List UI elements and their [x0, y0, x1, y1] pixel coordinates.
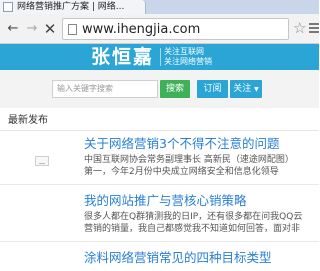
tab-title: 网络营销推广方案 | 网络... — [17, 2, 125, 12]
slogan-line-2: 关注网络营销 — [164, 57, 212, 66]
article-thumbnail[interactable] — [35, 156, 49, 166]
site-logo[interactable]: 张恒嘉 — [91, 45, 154, 69]
browser-toolbar: ← → ✕ www.ihengjia.com ☆ — [0, 14, 319, 44]
follow-button[interactable]: 关注 ▼ — [230, 80, 262, 98]
back-arrow-icon[interactable]: ← — [6, 22, 20, 36]
site-header: 张恒嘉 关注互联网 关注网络营销 — [0, 44, 319, 70]
search-row: 输入关键字搜索 搜索 订阅 关注 ▼ — [0, 70, 319, 108]
forward-arrow-icon[interactable]: → — [25, 22, 39, 36]
article-divider — [0, 184, 319, 185]
article-title[interactable]: 我的网站推广与营核心销策略 — [84, 193, 247, 209]
slogan-line-1: 关注互联网 — [164, 47, 204, 56]
hamburger-menu-icon[interactable] — [309, 23, 319, 35]
article-title[interactable]: 涂料网络营销常见的四种目标类型 — [84, 250, 272, 266]
address-bar[interactable]: www.ihengjia.com — [62, 18, 289, 40]
site-slogan: 关注互联网 关注网络营销 — [164, 47, 212, 67]
browser-tab[interactable]: 网络营销推广方案 | 网络... — [0, 0, 146, 14]
section-divider — [0, 130, 319, 131]
article-desc-line: 营销的销量，我自己都感觉我不知道如何回答，面对非 — [84, 224, 301, 234]
page-icon — [68, 23, 77, 35]
stop-x-icon[interactable]: ✕ — [43, 22, 57, 37]
subscribe-button[interactable]: 订阅 — [197, 80, 228, 98]
browser-tabbar: 网络营销推广方案 | 网络... — [0, 0, 319, 14]
follow-label: 关注 — [233, 84, 252, 94]
search-button[interactable]: 搜索 — [160, 80, 190, 98]
article-desc-line: 第一，今年2月份中央成立网络安全和信息化领导 — [84, 167, 279, 177]
search-input[interactable]: 输入关键字搜索 — [52, 80, 158, 98]
logo-divider — [160, 48, 161, 66]
url-text: www.ihengjia.com — [82, 21, 201, 37]
bookmark-star-icon[interactable]: ☆ — [293, 20, 306, 36]
article-divider — [0, 241, 319, 242]
caret-down-icon: ▼ — [254, 86, 259, 93]
article-desc-line: 中国互联网协会常务副理事长 高新民（速途网配图） — [84, 155, 294, 165]
section-title: 最新发布 — [8, 115, 48, 126]
article-desc-line: 很多人都在Q群猜测我的日IP，还有很多都在问我QQ云 — [84, 212, 303, 222]
article-title[interactable]: 关于网络营销3个不得不注意的问题 — [84, 136, 279, 152]
favicon-icon — [3, 2, 13, 12]
